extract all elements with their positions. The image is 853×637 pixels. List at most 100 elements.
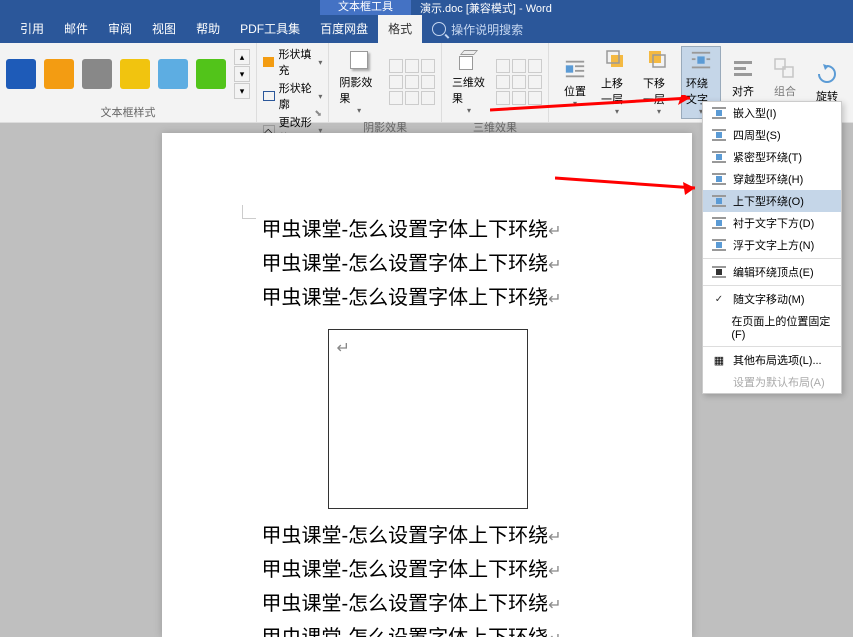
doc-text-line: 甲虫课堂-怎么设置字体上下环绕↵ [262,213,612,247]
style-swatch-green[interactable] [196,59,226,89]
menu-separator [703,285,841,286]
wrap-through-icon [711,172,727,186]
gallery-down-button[interactable]: ▾ [234,66,250,82]
group-shadow: 阴影效果 ▾ 阴影效果 [329,43,442,122]
style-swatch-blue[interactable] [6,59,36,89]
menu-separator [703,346,841,347]
doc-text-line: 甲虫课堂-怎么设置字体上下环绕↵ [262,587,612,621]
wrap-text-icon [689,49,713,73]
chevron-down-icon: ▾ [318,58,322,67]
chevron-down-icon: ▾ [657,107,661,116]
paragraph-mark-icon: ↵ [548,257,561,274]
checkmark-icon: ✓ [711,292,727,306]
lightbulb-icon [432,22,446,36]
tab-help[interactable]: 帮助 [186,15,230,43]
align-icon [731,57,755,81]
chevron-down-icon: ▾ [615,107,619,116]
3d-tilt-grid[interactable] [496,59,542,105]
position-button[interactable]: 位置 ▾ [555,55,595,110]
document-page[interactable]: 甲虫课堂-怎么设置字体上下环绕↵ 甲虫课堂-怎么设置字体上下环绕↵ 甲虫课堂-怎… [162,133,692,637]
doc-text-line: 甲虫课堂-怎么设置字体上下环绕↵ [262,519,612,553]
rotate-button[interactable]: 旋转 [807,60,847,106]
menu-item-set-default: 设置为默认布局(A) [703,371,841,393]
cube-icon [459,50,479,70]
title-bar: 文本框工具 演示.doc [兼容模式] - Word [0,0,853,15]
dialog-launcher-icon[interactable]: ⬊ [314,108,326,120]
group-3d: 三维效果 ▾ 三维效果 [442,43,549,122]
group-shape-options: 形状填充 ▾ 形状轮廓 ▾ ◇ 更改形状 ▾ ⬊ [257,43,329,122]
style-swatch-orange[interactable] [44,59,74,89]
tab-pdf-tools[interactable]: PDF工具集 [230,15,310,43]
menu-item-fix-position[interactable]: 在页面上的位置固定(F) [703,310,841,344]
layout-options-icon: ▦ [711,353,727,367]
rotate-icon [815,62,839,86]
menu-separator [703,258,841,259]
bring-forward-icon [605,49,629,73]
chevron-down-icon: ▾ [573,99,577,108]
style-swatch-lightblue[interactable] [158,59,188,89]
margin-corner-icon [242,205,256,219]
doc-text-line: 甲虫课堂-怎么设置字体上下环绕↵ [262,281,612,315]
tab-view[interactable]: 视图 [142,15,186,43]
gallery-up-button[interactable]: ▴ [234,49,250,65]
chevron-down-icon: ▾ [318,92,322,101]
ribbon-tabs: 引用 邮件 审阅 视图 帮助 PDF工具集 百度网盘 格式 操作说明搜索 [0,15,853,43]
group-textbox-styles: ▴ ▾ ▾ 文本框样式 [0,43,257,122]
wrap-inline-icon [711,106,727,120]
fill-icon [263,57,274,67]
3d-effect-button[interactable]: 三维效果 ▾ [448,46,490,117]
paragraph-mark-icon: ↵ [548,291,561,308]
menu-item-front[interactable]: 浮于文字上方(N) [703,234,841,256]
textbox-object[interactable]: ↵ [328,329,528,509]
style-swatch-yellow[interactable] [120,59,150,89]
menu-item-edit-points[interactable]: 编辑环绕顶点(E) [703,261,841,283]
tell-me-search[interactable]: 操作说明搜索 [432,21,523,38]
bring-forward-button[interactable]: 上移一层 ▾ [597,47,637,118]
send-backward-icon [647,49,671,73]
menu-item-through[interactable]: 穿越型环绕(H) [703,168,841,190]
send-backward-button[interactable]: 下移一层 ▾ [639,47,679,118]
paragraph-mark-icon: ↵ [548,563,561,580]
menu-item-inline[interactable]: 嵌入型(I) [703,102,841,124]
paragraph-mark-icon: ↵ [548,631,561,637]
style-swatch-gray[interactable] [82,59,112,89]
tab-format[interactable]: 格式 [378,15,422,43]
tell-me-label: 操作说明搜索 [451,21,523,38]
wrap-tight-icon [711,150,727,164]
wrap-behind-icon [711,216,727,230]
shape-fill-button[interactable]: 形状填充 ▾ [263,46,322,78]
outline-icon [263,91,275,101]
chevron-down-icon: ▾ [357,106,361,115]
wrap-topbottom-icon [711,194,727,208]
menu-item-move-with-text[interactable]: ✓ 随文字移动(M) [703,288,841,310]
gallery-more-button[interactable]: ▾ [234,83,250,99]
menu-item-tight[interactable]: 紧密型环绕(T) [703,146,841,168]
tab-references[interactable]: 引用 [10,15,54,43]
shadow-icon [350,51,368,69]
chevron-down-icon: ▾ [467,106,471,115]
wrap-square-icon [711,128,727,142]
paragraph-mark-icon: ↵ [548,529,561,546]
tab-review[interactable]: 审阅 [98,15,142,43]
paragraph-mark-icon: ↵ [548,597,561,614]
menu-item-more-layout[interactable]: ▦ 其他布局选项(L)... [703,349,841,371]
group-label-styles: 文本框样式 [6,102,250,122]
edit-points-icon [711,265,727,279]
position-icon [563,57,587,81]
context-tab-label: 文本框工具 [320,0,411,15]
group-icon [773,57,797,81]
menu-item-top-bottom[interactable]: 上下型环绕(O) [703,190,841,212]
tab-baidu[interactable]: 百度网盘 [310,15,378,43]
tab-mailings[interactable]: 邮件 [54,15,98,43]
shadow-nudge-grid[interactable] [389,59,435,105]
paragraph-mark-icon: ↵ [548,223,561,240]
wrap-text-dropdown: 嵌入型(I) 四周型(S) 紧密型环绕(T) 穿越型环绕(H) 上下型环绕(O)… [702,101,842,394]
menu-item-square[interactable]: 四周型(S) [703,124,841,146]
doc-text-line: 甲虫课堂-怎么设置字体上下环绕↵ [262,621,612,637]
wrap-front-icon [711,238,727,252]
menu-item-behind[interactable]: 衬于文字下方(D) [703,212,841,234]
doc-text-line: 甲虫课堂-怎么设置字体上下环绕↵ [262,553,612,587]
doc-text-line: 甲虫课堂-怎么设置字体上下环绕↵ [262,247,612,281]
shadow-effect-button[interactable]: 阴影效果 ▾ [335,46,383,117]
document-title: 演示.doc [兼容模式] - Word [420,0,552,16]
